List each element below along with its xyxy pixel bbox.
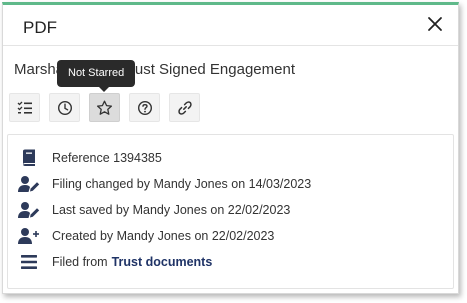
lines-icon — [18, 251, 40, 273]
action-toolbar — [9, 93, 200, 123]
last-saved-row: Last saved by Mandy Jones on 22/02/2023 — [18, 199, 290, 221]
filed-from-location-link[interactable]: Trust documents — [112, 255, 213, 269]
checklist-button[interactable] — [9, 93, 40, 122]
last-saved-text: Last saved by Mandy Jones on 22/02/2023 — [52, 203, 291, 217]
filing-changed-text: Filing changed by Mandy Jones on 14/03/2… — [52, 177, 312, 191]
created-row: Created by Mandy Jones on 22/02/2023 — [18, 225, 274, 247]
filed-from-label: Filed from — [52, 255, 108, 269]
checklist-icon — [17, 101, 32, 114]
link-icon — [177, 100, 192, 115]
star-icon — [96, 100, 113, 115]
book-icon — [18, 147, 40, 169]
reference-row: Reference 1394385 — [18, 147, 162, 169]
clock-icon — [57, 100, 72, 115]
question-icon — [137, 100, 152, 115]
star-tooltip: Not Starred — [57, 60, 136, 92]
filed-from-row: Filed from Trust documents — [18, 251, 212, 273]
user-plus-icon — [18, 225, 40, 247]
user-edit-icon — [18, 173, 40, 195]
document-details: Reference 1394385 Filing changed by Mand… — [7, 134, 454, 289]
reference-text: Reference 1394385 — [52, 151, 162, 165]
user-edit-icon — [18, 199, 40, 221]
close-icon — [428, 17, 442, 31]
help-button[interactable] — [129, 93, 160, 122]
filing-changed-row: Filing changed by Mandy Jones on 14/03/2… — [18, 173, 311, 195]
panel-title: PDF — [23, 18, 57, 37]
panel-header: PDF — [3, 5, 458, 46]
created-text: Created by Mandy Jones on 22/02/2023 — [52, 229, 275, 243]
star-button[interactable] — [89, 93, 120, 122]
link-button[interactable] — [169, 93, 200, 122]
document-panel: PDF Marshall Estate Trust Signed Engagem… — [2, 2, 459, 294]
history-button[interactable] — [49, 93, 80, 122]
close-button[interactable] — [424, 13, 446, 35]
